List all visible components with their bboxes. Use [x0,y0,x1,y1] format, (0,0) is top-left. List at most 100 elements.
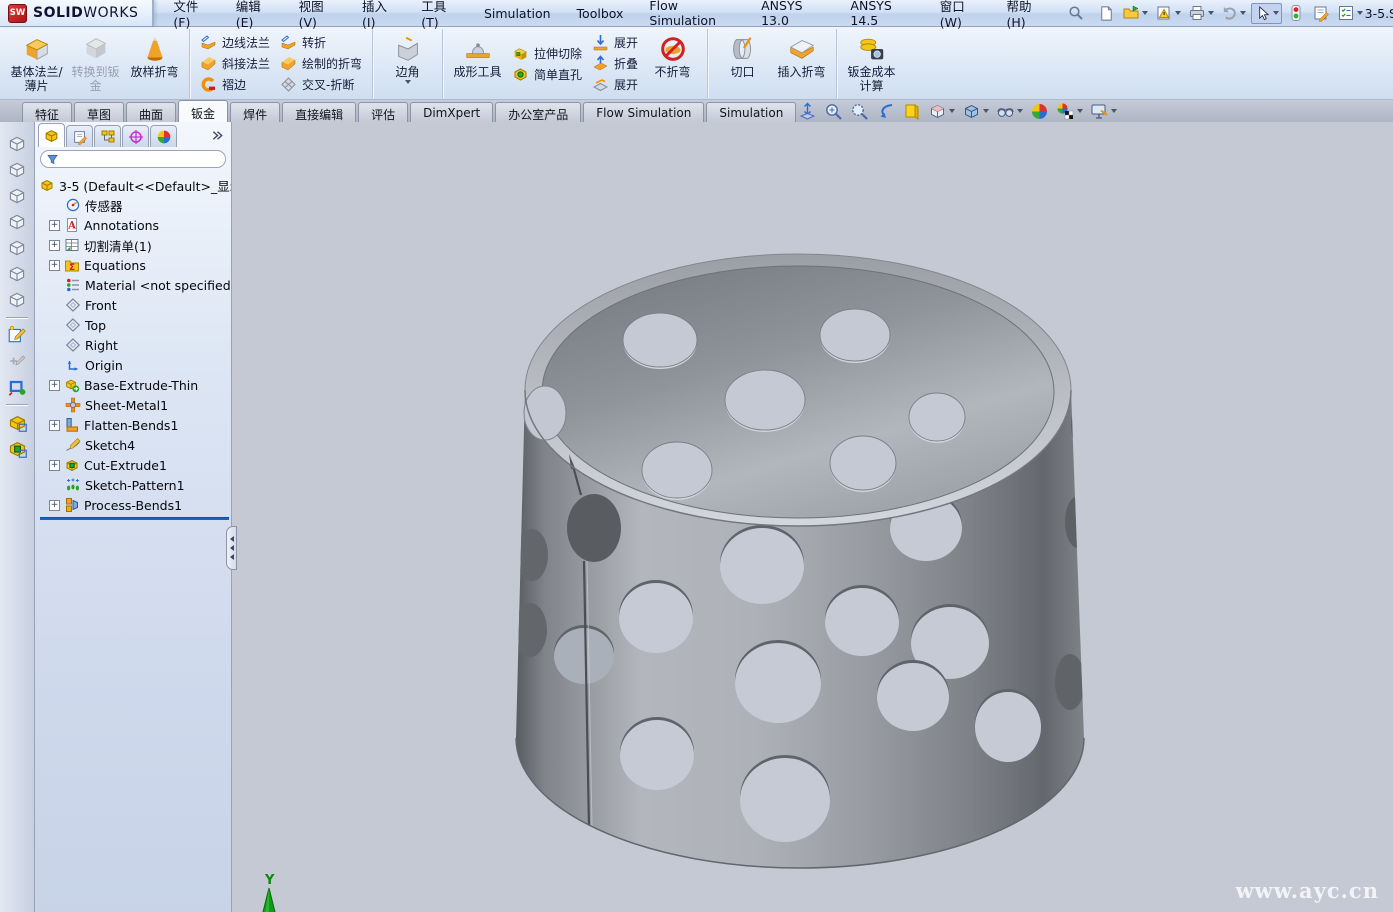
tab-dimxpert[interactable]: DimXpert [410,102,493,122]
corner-button[interactable]: 边角 [378,31,437,97]
tab-office-products[interactable]: 办公室产品 [495,102,581,122]
extruded-cut-button[interactable]: 拉伸切除 [507,43,587,63]
expand-toggle[interactable]: + [49,460,60,471]
options-button[interactable] [1335,3,1365,23]
menu-window[interactable]: 窗口(W) [927,0,994,34]
flatten-button[interactable]: 展开 [587,75,643,95]
add-sketch-icon[interactable] [4,349,30,373]
simple-hole-button[interactable]: 简单直孔 [507,64,587,84]
tree-item-origin[interactable]: Origin [39,355,231,375]
tab-flow-simulation[interactable]: Flow Simulation [583,102,704,122]
expand-toggle[interactable]: + [49,380,60,391]
menu-ansys-145[interactable]: ANSYS 14.5 [837,0,926,32]
expand-toggle[interactable]: + [49,420,60,431]
dropdown-caret-icon[interactable] [1208,11,1214,15]
view-settings-button[interactable] [1090,102,1117,121]
sheet-metal-costing-button[interactable]: 钣金成本计算 [842,31,901,97]
jog-button[interactable]: 转折 [275,33,367,53]
convert-entities-icon[interactable] [4,375,30,399]
view-cube-icon[interactable] [4,210,30,234]
hide-show-items-button[interactable] [996,102,1023,121]
cross-break-button[interactable]: 交叉-折断 [275,75,367,95]
extruded-cut-strip-icon[interactable] [4,436,30,460]
dropdown-caret-icon[interactable] [1111,109,1117,113]
tree-item-sheet-metal1[interactable]: Sheet-Metal1 [39,395,231,415]
base-flange-button[interactable]: 基体法兰/薄片 [7,31,66,97]
miter-flange-button[interactable]: 斜接法兰 [195,54,275,74]
file-properties-button[interactable] [1310,3,1332,23]
tab-direct-editing[interactable]: 直接编辑 [282,102,356,122]
part-3d-model[interactable] [232,122,1393,912]
tree-item-base-extrude-thin[interactable]: + Base-Extrude-Thin [39,375,231,395]
tree-item-flatten-bends1[interactable]: + Flatten-Bends1 [39,415,231,435]
tree-root[interactable]: 3-5 (Default<<Default>_显示 [39,175,231,195]
section-view-button[interactable] [902,102,921,121]
tree-filter-box[interactable] [40,150,226,168]
view-cube-icon[interactable] [4,132,30,156]
expand-toggle[interactable]: + [49,220,60,231]
tree-item-sketch4[interactable]: Sketch4 [39,435,231,455]
no-bends-button[interactable]: 不折弯 [643,31,702,97]
menu-help[interactable]: 帮助(H) [993,0,1057,34]
rebuild-button[interactable] [1285,3,1307,23]
property-manager-tab[interactable] [66,125,93,147]
tab-surfaces[interactable]: 曲面 [126,102,176,122]
dropdown-caret-icon[interactable] [1142,11,1148,15]
view-cube-icon[interactable] [4,158,30,182]
dropdown-caret-icon[interactable] [983,109,989,113]
tree-item-annotations[interactable]: + Annotations [39,215,231,235]
convert-to-sheet-metal-button[interactable]: 转换到钣金 [66,31,125,97]
zoom-to-fit-button[interactable] [798,102,817,121]
tree-item-cut-list[interactable]: + 切割清单(1) [39,235,231,255]
menu-flow-simulation[interactable]: Flow Simulation [636,0,748,32]
tree-item-sensors[interactable]: 传感器 [39,195,231,215]
new-document-button[interactable] [1096,4,1117,23]
dropdown-caret-icon[interactable] [949,109,955,113]
tree-item-process-bends1[interactable]: + Process-Bends1 [39,495,231,515]
edge-flange-button[interactable]: 边线法兰 [195,33,275,53]
tree-item-sketch-pattern1[interactable]: Sketch-Pattern1 [39,475,231,495]
dropdown-caret-icon[interactable] [405,80,411,84]
hem-button[interactable]: 褶边 [195,75,275,95]
dropdown-caret-icon[interactable] [1273,11,1279,15]
tab-evaluate[interactable]: 评估 [358,102,408,122]
display-style-button[interactable] [962,102,989,121]
menu-toolbox[interactable]: Toolbox [564,2,637,25]
tree-item-material[interactable]: Material <not specified> [39,275,231,295]
dropdown-caret-icon[interactable] [1077,109,1083,113]
print-button[interactable] [1186,3,1216,23]
lofted-bend-button[interactable]: 放样折弯 [125,31,184,97]
zoom-to-area-button[interactable] [824,102,843,121]
expand-toggle[interactable]: + [49,240,60,251]
sketched-bend-button[interactable]: 绘制的折弯 [275,54,367,74]
edit-appearance-button[interactable] [1030,102,1049,121]
menu-simulation[interactable]: Simulation [471,2,564,25]
graphics-viewport[interactable]: Y www.ayc.cn [232,122,1393,912]
fold-button[interactable]: 折叠 [587,54,643,74]
tree-item-right-plane[interactable]: Right [39,335,231,355]
view-cube-icon[interactable] [4,184,30,208]
select-tool-button[interactable] [1251,3,1282,24]
dropdown-caret-icon[interactable] [1017,109,1023,113]
open-document-button[interactable] [1120,3,1150,23]
expand-toggle[interactable]: + [49,260,60,271]
unfold-button[interactable]: 展开 [587,33,643,53]
menu-ansys-13[interactable]: ANSYS 13.0 [748,0,837,32]
tree-item-top-plane[interactable]: Top [39,315,231,335]
panel-overflow-chevron-icon[interactable] [211,129,224,142]
tab-sketch[interactable]: 草图 [74,102,124,122]
isometric-view-icon[interactable] [4,288,30,312]
extruded-boss-icon[interactable] [4,410,30,434]
dimxpert-manager-tab[interactable] [122,125,149,147]
rip-button[interactable]: 切口 [713,31,772,97]
undo-button[interactable] [1219,4,1248,23]
zoom-in-out-button[interactable] [850,102,869,121]
rollback-bar[interactable] [40,517,229,520]
dropdown-caret-icon[interactable] [1357,11,1363,15]
display-manager-tab[interactable] [150,125,177,147]
forming-tool-button[interactable]: 成形工具 [448,31,507,97]
panel-collapse-handle[interactable] [226,526,237,570]
view-orientation-button[interactable] [928,102,955,121]
tree-item-cut-extrude1[interactable]: + Cut-Extrude1 [39,455,231,475]
save-button[interactable] [1153,3,1183,23]
